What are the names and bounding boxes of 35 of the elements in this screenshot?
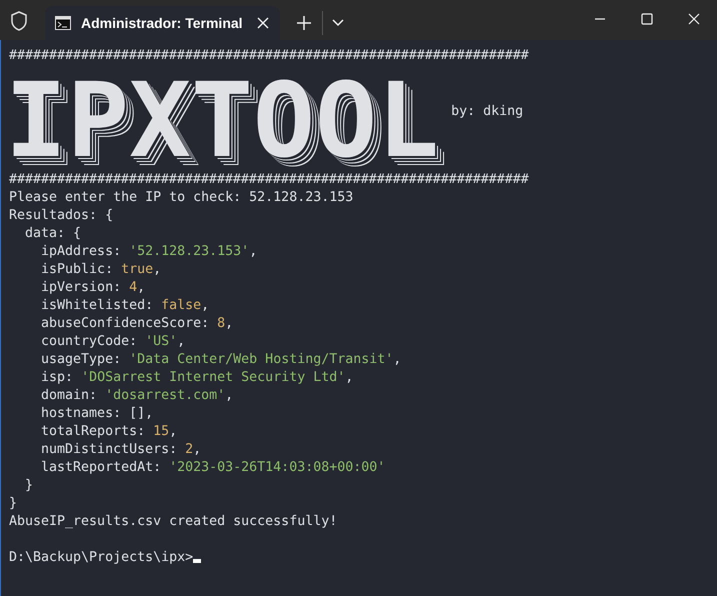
output-line: domain: 'dosarrest.com', <box>40 387 234 405</box>
output-line: totalReports: 15, <box>40 423 178 441</box>
terminal-tab[interactable]: Administrador: Terminal <box>45 6 280 40</box>
output-line: isWhitelisted: false, <box>40 297 210 315</box>
output-line: abuseConfidenceScore: 8, <box>40 315 234 333</box>
output-line: isp: 'DOSarrest Internet Security Ltd', <box>40 369 354 387</box>
prompt-text: D:\Backup\Projects\ipx> <box>9 550 194 565</box>
ascii-banner-title: IPXTOOL <box>5 71 440 171</box>
plus-icon <box>297 16 311 30</box>
output-line: ipAddress: '52.128.23.153', <box>40 243 258 261</box>
output-line: countryCode: 'US', <box>40 333 186 351</box>
author-text: by: dking <box>451 103 524 121</box>
output-line: } <box>9 495 18 513</box>
output-line: Please enter the IP to check: 52.128.23.153 <box>9 189 354 207</box>
close-tab-button[interactable] <box>256 16 270 30</box>
console-icon <box>55 16 71 30</box>
output-line: ipVersion: 4, <box>40 279 146 297</box>
close-icon <box>688 13 700 25</box>
output-line: hostnames: [], <box>40 405 154 423</box>
output-line: Resultados: { <box>9 207 114 225</box>
output-line: numDistinctUsers: 2, <box>40 441 202 459</box>
output-line: } <box>24 477 34 495</box>
hash-rule: ################################################################# <box>9 171 530 189</box>
chevron-down-icon <box>332 19 344 27</box>
output-line: lastReportedAt: '2023-03-26T14:03:08+00:00' <box>40 459 386 477</box>
output-line: usageType: 'Data Center/Web Hosting/Transit', <box>40 351 402 369</box>
shield-icon <box>10 11 28 31</box>
maximize-icon <box>640 13 652 25</box>
output-line: AbuseIP_results.csv created successfully! <box>9 513 338 531</box>
output-line: data: { <box>24 225 82 243</box>
output-line: isPublic: true, <box>40 261 162 279</box>
cursor <box>193 559 202 563</box>
hash-rule: ################################################################# <box>9 47 530 65</box>
new-tab-button[interactable] <box>294 13 314 33</box>
close-icon <box>256 16 270 30</box>
